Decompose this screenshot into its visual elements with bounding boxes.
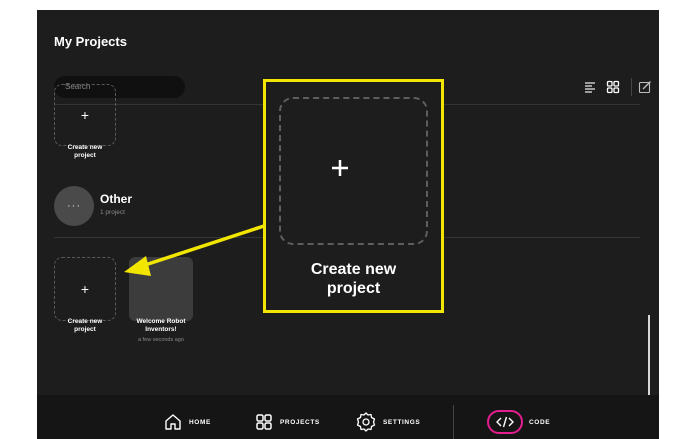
list-view-icon[interactable]: [583, 80, 597, 94]
group-title[interactable]: Other: [100, 192, 132, 206]
create-project-card-top[interactable]: +: [54, 84, 116, 146]
project-thumbnail[interactable]: [129, 257, 193, 321]
nav-code[interactable]: CODE: [487, 395, 550, 439]
create-project-card[interactable]: +: [54, 257, 116, 321]
group-avatar: ···: [54, 186, 94, 226]
project-name: Welcome Robot Inventors!: [136, 318, 186, 333]
bottom-nav: HOME PROJECTS SETTINGS CODE: [37, 395, 659, 439]
edit-icon[interactable]: [638, 80, 652, 94]
nav-divider: [453, 405, 454, 439]
nav-settings[interactable]: SETTINGS: [355, 395, 420, 439]
projects-icon: [256, 414, 272, 430]
group-count: 1 project: [100, 209, 125, 216]
nav-home-label: HOME: [189, 418, 211, 426]
scrollbar[interactable]: [648, 315, 650, 395]
callout-box: Create new project: [263, 79, 444, 313]
plus-icon: +: [80, 281, 90, 297]
callout-create-card: [279, 97, 428, 245]
grid-view-icon[interactable]: [606, 80, 620, 94]
toolbar-divider: [631, 78, 632, 96]
settings-icon: [356, 412, 376, 432]
nav-settings-label: SETTINGS: [383, 418, 421, 426]
page-title: My Projects: [54, 34, 127, 49]
code-icon: [487, 410, 523, 434]
nav-projects-label: PROJECTS: [280, 418, 320, 426]
create-project-label: Create new project: [67, 144, 103, 159]
callout-label: Create new project: [310, 261, 397, 297]
create-project-label: Create new project: [67, 318, 103, 333]
project-timestamp: a few seconds ago: [138, 337, 184, 343]
nav-projects[interactable]: PROJECTS: [254, 395, 320, 439]
plus-icon: +: [80, 107, 90, 123]
nav-home[interactable]: HOME: [163, 395, 211, 439]
nav-code-label: CODE: [529, 418, 551, 426]
home-icon: [165, 414, 181, 430]
plus-icon: [332, 160, 348, 176]
